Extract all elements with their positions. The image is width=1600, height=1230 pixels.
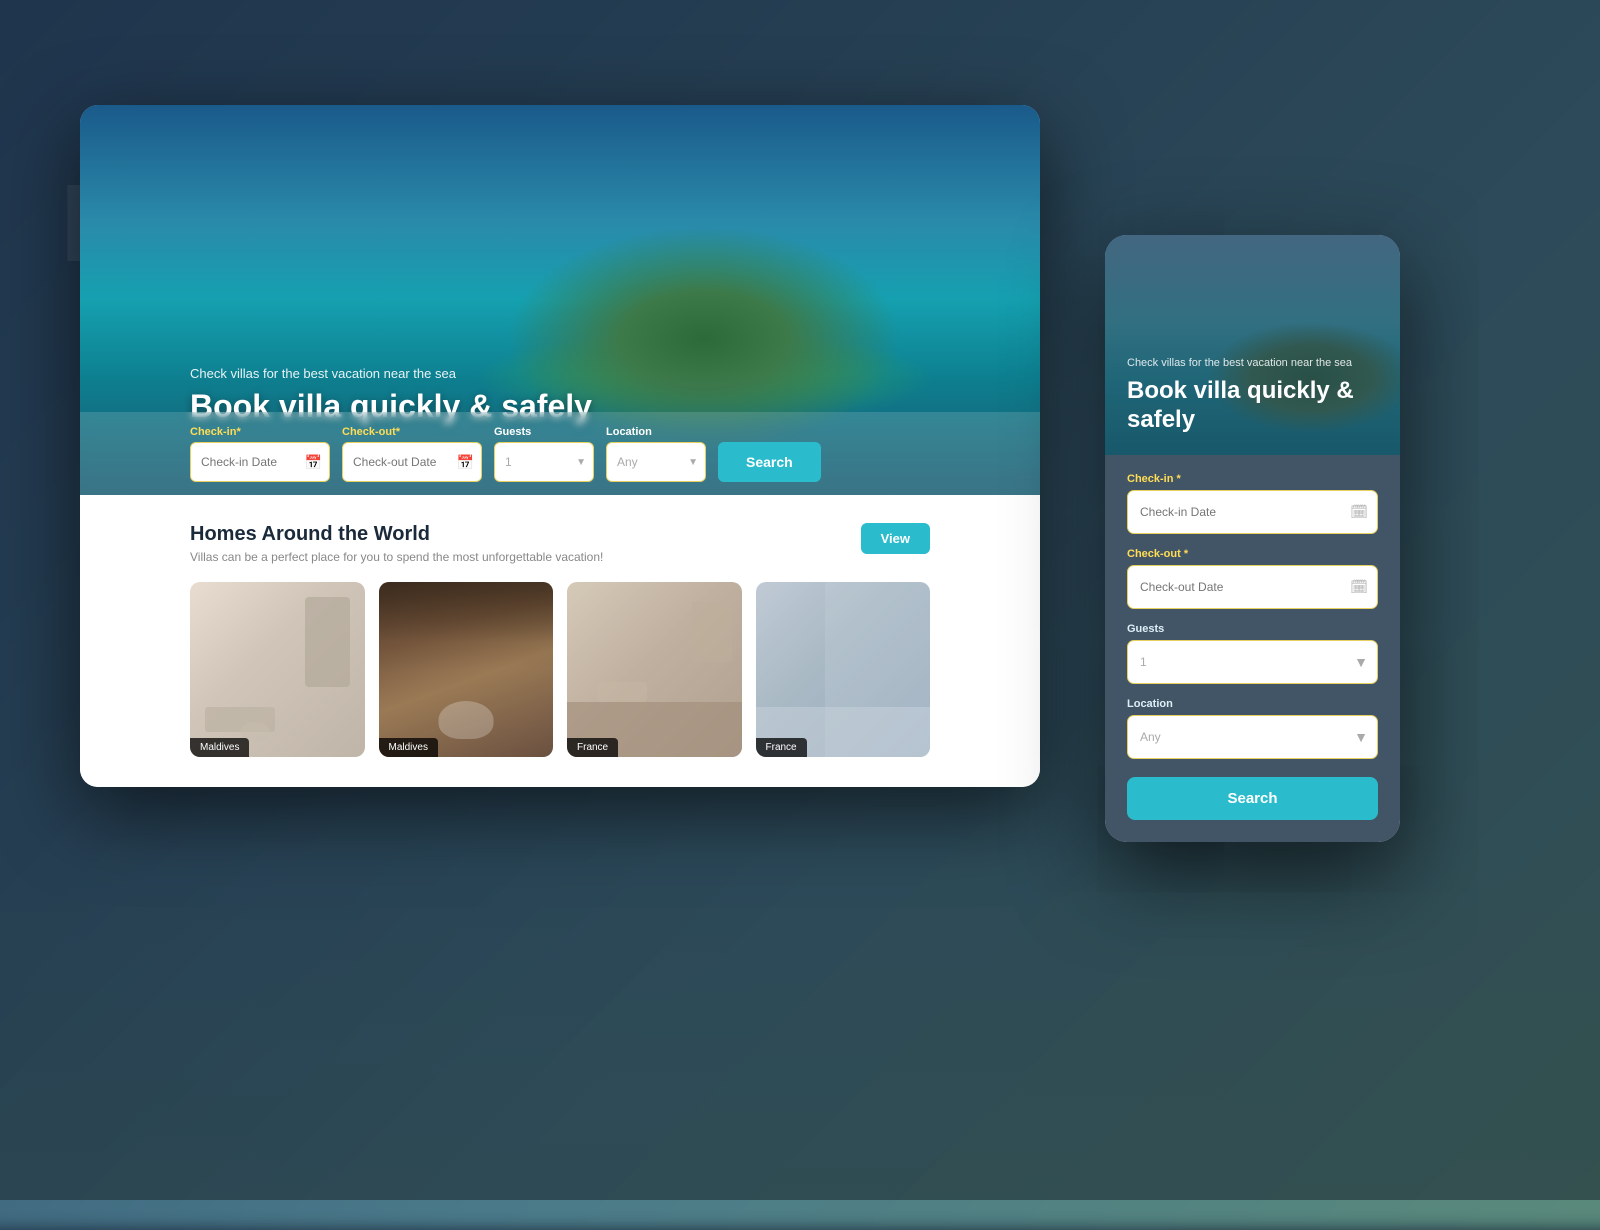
mobile-location-wrap: Any Maldives France Trance ▼ [1127, 715, 1378, 759]
checkout-input-wrap: 📅 [342, 442, 482, 482]
mobile-guests-wrap: 1 2 3 ▼ [1127, 640, 1378, 684]
guests-input-wrap: 1 2 3 4 ▼ [494, 442, 594, 482]
hero-section: Check villas for the best vacation near … [80, 105, 1040, 495]
checkin-input[interactable] [190, 442, 330, 482]
checkout-input[interactable] [342, 442, 482, 482]
homes-header: Homes Around the World Villas can be a p… [190, 523, 930, 564]
mobile-location-label: Location [1127, 698, 1378, 710]
location-label: Location [606, 426, 706, 438]
mobile-card: Check villas for the best vacation near … [1105, 235, 1400, 842]
property-card-2[interactable]: Maldives [379, 582, 554, 757]
property-label-2: Maldives [379, 738, 438, 757]
property-label-1: Maldives [190, 738, 249, 757]
homes-text: Homes Around the World Villas can be a p… [190, 523, 603, 564]
mobile-checkout-input[interactable] [1127, 565, 1378, 609]
mobile-hero: Check villas for the best vacation near … [1105, 235, 1400, 455]
guests-label: Guests [494, 426, 594, 438]
homes-subtitle: Villas can be a perfect place for you to… [190, 550, 603, 564]
mobile-guests-label: Guests [1127, 623, 1378, 635]
mobile-checkout-label: Check-out * [1127, 548, 1378, 560]
mobile-location-field: Location Any Maldives France Trance ▼ [1127, 698, 1378, 759]
property-card-1[interactable]: Maldives [190, 582, 365, 757]
mobile-guests-field: Guests 1 2 3 ▼ [1127, 623, 1378, 684]
mobile-hero-subtitle: Check villas for the best vacation near … [1127, 356, 1378, 371]
background-building [0, 850, 1600, 1200]
property-grid: Maldives Maldives France [190, 582, 930, 757]
mobile-location-select[interactable]: Any Maldives France Trance [1127, 715, 1378, 759]
checkin-field: Check-in* 📅 [190, 426, 330, 482]
location-input-wrap: Any Maldives France Trance ▼ [606, 442, 706, 482]
checkout-label: Check-out* [342, 426, 482, 438]
search-button[interactable]: Search [718, 442, 821, 482]
property-label-4: France [756, 738, 807, 757]
mobile-hero-title: Book villa quickly & safely [1127, 377, 1378, 435]
property-card-4[interactable]: France [756, 582, 931, 757]
search-bar: Check-in* 📅 Check-out* 📅 Guests [80, 412, 1040, 495]
hero-subtitle: Check villas for the best vacation near … [190, 366, 592, 381]
mobile-checkin-label: Check-in * [1127, 473, 1378, 485]
mobile-checkout-wrap: 🗓 [1127, 565, 1378, 609]
mobile-checkout-field: Check-out * 🗓 [1127, 548, 1378, 609]
mobile-checkin-wrap: 🗓 [1127, 490, 1378, 534]
mobile-checkin-input[interactable] [1127, 490, 1378, 534]
guests-select[interactable]: 1 2 3 4 [494, 442, 594, 482]
checkin-input-wrap: 📅 [190, 442, 330, 482]
main-desktop-card: Check villas for the best vacation near … [80, 105, 1040, 787]
mobile-search-button[interactable]: Search [1127, 777, 1378, 820]
guests-field: Guests 1 2 3 4 ▼ [494, 426, 594, 482]
mobile-checkin-field: Check-in * 🗓 [1127, 473, 1378, 534]
property-card-3[interactable]: France [567, 582, 742, 757]
location-select[interactable]: Any Maldives France Trance [606, 442, 706, 482]
homes-section: Homes Around the World Villas can be a p… [80, 495, 1040, 787]
checkout-field: Check-out* 📅 [342, 426, 482, 482]
checkin-label: Check-in* [190, 426, 330, 438]
homes-title: Homes Around the World [190, 523, 603, 546]
view-all-button[interactable]: View [861, 523, 930, 554]
mobile-guests-select[interactable]: 1 2 3 [1127, 640, 1378, 684]
location-field: Location Any Maldives France Trance ▼ [606, 426, 706, 482]
mobile-form: Check-in * 🗓 Check-out * 🗓 Guests 1 2 [1105, 455, 1400, 842]
property-label-3: France [567, 738, 618, 757]
mobile-hero-content: Check villas for the best vacation near … [1127, 356, 1378, 435]
